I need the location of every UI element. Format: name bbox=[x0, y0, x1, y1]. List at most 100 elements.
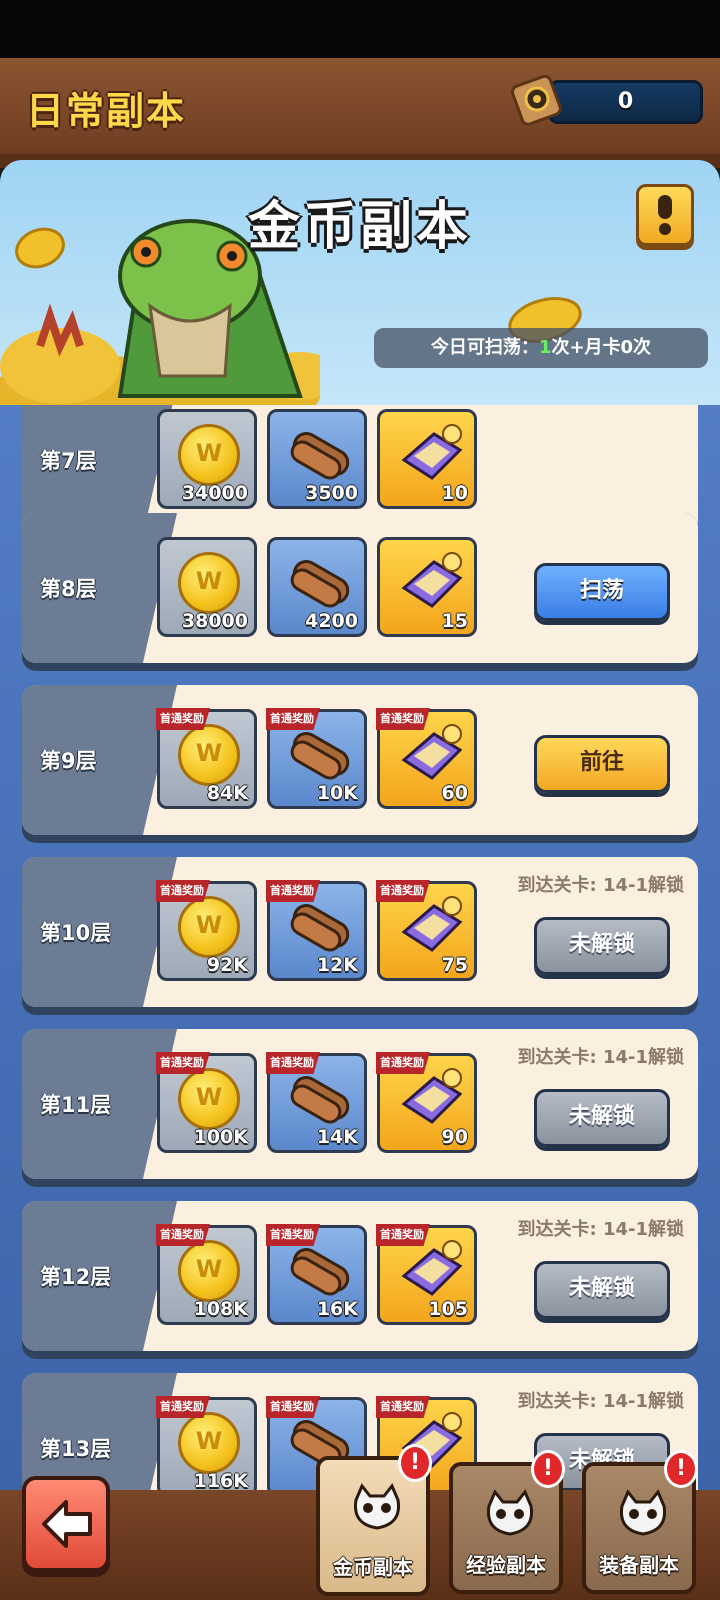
reward-quantity: 38000 bbox=[181, 610, 248, 632]
reward-quantity: 16K bbox=[316, 1298, 358, 1320]
dungeon-title: 金币副本 bbox=[247, 197, 472, 257]
go-button[interactable]: 前往 bbox=[534, 735, 670, 793]
first-clear-badge: 首通奖励 bbox=[156, 1224, 210, 1246]
ticket-count: 0 bbox=[617, 89, 634, 114]
dungeon-panel: 金币副本 今日可扫荡：1次+月卡0次 第7层 34000 3500 10 第8层 3800… bbox=[0, 160, 720, 1500]
floor-label: 第10层 bbox=[40, 921, 112, 945]
reward-quantity: 92K bbox=[206, 954, 248, 976]
floor-card: 第11层 首通奖励 100K 首通奖励 14K 首通奖励 90 到达关卡: 14-1解锁未解锁 bbox=[22, 1029, 698, 1179]
first-clear-badge: 首通奖励 bbox=[376, 880, 430, 902]
scroll-gem-icon bbox=[401, 896, 463, 952]
locked-button: 未解锁 bbox=[534, 1261, 670, 1319]
reward-quantity: 60 bbox=[441, 782, 468, 804]
sweep-remaining: 今日可扫荡：1次+月卡0次 bbox=[374, 328, 708, 368]
tab-gold-dungeon[interactable]: 金币副本! bbox=[316, 1444, 432, 1596]
back-button[interactable] bbox=[22, 1476, 110, 1572]
gold-coin-icon bbox=[178, 424, 240, 486]
scroll-gem-icon bbox=[401, 552, 463, 608]
dungeon-banner: 金币副本 今日可扫荡：1次+月卡0次 bbox=[0, 160, 720, 405]
reward-gem: 首通奖励 90 bbox=[376, 1052, 477, 1153]
first-clear-badge: 首通奖励 bbox=[266, 1396, 320, 1418]
first-clear-badge: 首通奖励 bbox=[376, 708, 430, 730]
unlock-requirement: 到达关卡: 14-1解锁 bbox=[517, 1391, 684, 1412]
sweep-label: 今日可扫荡： bbox=[430, 337, 539, 358]
scroll-gem-icon bbox=[401, 1240, 463, 1296]
unlock-requirement: 到达关卡: 14-1解锁 bbox=[517, 1047, 684, 1068]
reward-gold: 38000 bbox=[157, 537, 257, 637]
scroll-gem-icon bbox=[401, 1068, 463, 1124]
gold-coin-icon bbox=[178, 1412, 240, 1474]
reward-quantity: 10K bbox=[316, 782, 358, 804]
tab-label: 经验副本 bbox=[466, 1553, 546, 1577]
reward-quantity: 3500 bbox=[305, 482, 358, 504]
first-clear-badge: 首通奖励 bbox=[266, 708, 320, 730]
floor-card: 第8层 38000 4200 15 扫荡 bbox=[22, 513, 698, 663]
first-clear-badge: 首通奖励 bbox=[376, 1224, 430, 1246]
reward-wood: 首通奖励 14K bbox=[266, 1052, 367, 1153]
scroll-ticket-icon bbox=[510, 74, 562, 126]
floor-label: 第12层 bbox=[40, 1265, 112, 1289]
alert-badge: ! bbox=[531, 1450, 565, 1488]
wood-log-icon bbox=[290, 1248, 350, 1296]
reward-gem: 10 bbox=[377, 409, 477, 509]
wood-log-icon bbox=[290, 432, 350, 480]
floor-label: 第8层 bbox=[40, 577, 97, 601]
scroll-gem-icon bbox=[401, 724, 463, 780]
first-clear-badge: 首通奖励 bbox=[156, 708, 210, 730]
status-bar bbox=[0, 0, 720, 58]
locked-button: 未解锁 bbox=[534, 1089, 670, 1147]
first-clear-badge: 首通奖励 bbox=[376, 1052, 430, 1074]
tab-exp-dungeon[interactable]: 经验副本! bbox=[449, 1450, 565, 1594]
gold-coin-icon bbox=[178, 1068, 240, 1130]
reward-quantity: 90 bbox=[441, 1126, 468, 1148]
floor-row: 第9层 首通奖励 84K 首通奖励 10K 首通奖励 60 前往 bbox=[22, 685, 698, 843]
sweep-suffix: 次+月卡0次 bbox=[551, 337, 652, 358]
reward-quantity: 84K bbox=[206, 782, 248, 804]
reward-quantity: 12K bbox=[316, 954, 358, 976]
reward-quantity: 116K bbox=[193, 1470, 248, 1492]
reward-wood: 首通奖励 12K bbox=[266, 880, 367, 981]
first-clear-badge: 首通奖励 bbox=[156, 1396, 210, 1418]
tab-label: 装备副本 bbox=[599, 1553, 679, 1577]
floor-row: 第11层 首通奖励 100K 首通奖励 14K 首通奖励 90 到达关卡: 14-1解锁未解锁 bbox=[22, 1029, 698, 1187]
reward-gold: 首通奖励 116K bbox=[156, 1396, 257, 1497]
sweep-button[interactable]: 扫荡 bbox=[534, 563, 670, 621]
reward-gem: 首通奖励 105 bbox=[376, 1224, 477, 1325]
info-button[interactable] bbox=[636, 184, 694, 246]
skull-equipment-icon bbox=[619, 1489, 667, 1536]
tab-label: 金币副本 bbox=[333, 1555, 413, 1579]
reward-quantity: 108K bbox=[193, 1298, 248, 1320]
reward-gold: 首通奖励 84K bbox=[156, 708, 257, 809]
reward-gold: 首通奖励 108K bbox=[156, 1224, 257, 1325]
floor-card: 第9层 首通奖励 84K 首通奖励 10K 首通奖励 60 前往 bbox=[22, 685, 698, 835]
reward-wood: 4200 bbox=[267, 537, 367, 637]
floor-list[interactable]: 第7层34000350010第8层38000420015扫荡第9层首通奖励84K… bbox=[0, 405, 720, 1500]
alert-badge: ! bbox=[664, 1450, 698, 1488]
reward-gem: 首通奖励 60 bbox=[376, 708, 477, 809]
first-clear-badge: 首通奖励 bbox=[376, 1396, 430, 1418]
reward-quantity: 34000 bbox=[181, 482, 248, 504]
floor-row: 第8层 38000 4200 15 扫荡 bbox=[22, 513, 698, 671]
reward-wood: 3500 bbox=[267, 409, 367, 509]
reward-quantity: 15 bbox=[441, 610, 468, 632]
gold-coin-icon bbox=[178, 896, 240, 958]
floor-card: 第12层 首通奖励 108K 首通奖励 16K 首通奖励 105 到达关卡: 14-1解锁未解… bbox=[22, 1201, 698, 1351]
skull-coin-icon bbox=[353, 1483, 401, 1530]
tab-equipment-dungeon[interactable]: 装备副本! bbox=[582, 1450, 698, 1594]
floor-label: 第9层 bbox=[40, 749, 97, 773]
reward-gold: 34000 bbox=[157, 409, 257, 509]
floor-label: 第7层 bbox=[40, 449, 97, 473]
floor-label: 第13层 bbox=[40, 1437, 112, 1461]
page-title: 日常副本 bbox=[26, 89, 187, 133]
reward-quantity: 100K bbox=[193, 1126, 248, 1148]
reward-gem: 15 bbox=[377, 537, 477, 637]
reward-quantity: 4200 bbox=[305, 610, 358, 632]
header: 日常副本 0 bbox=[0, 58, 720, 168]
floor-card: 第10层 首通奖励 92K 首通奖励 12K 首通奖励 75 到达关卡: 14-1解锁未解锁 bbox=[22, 857, 698, 1007]
floor-row: 第10层 首通奖励 92K 首通奖励 12K 首通奖励 75 到达关卡: 14-1解锁未解锁 bbox=[22, 857, 698, 1015]
skull-exp-icon bbox=[486, 1489, 534, 1536]
first-clear-badge: 首通奖励 bbox=[266, 1052, 320, 1074]
first-clear-badge: 首通奖励 bbox=[266, 1224, 320, 1246]
reward-gold: 首通奖励 100K bbox=[156, 1052, 257, 1153]
gold-coin-icon bbox=[178, 552, 240, 614]
